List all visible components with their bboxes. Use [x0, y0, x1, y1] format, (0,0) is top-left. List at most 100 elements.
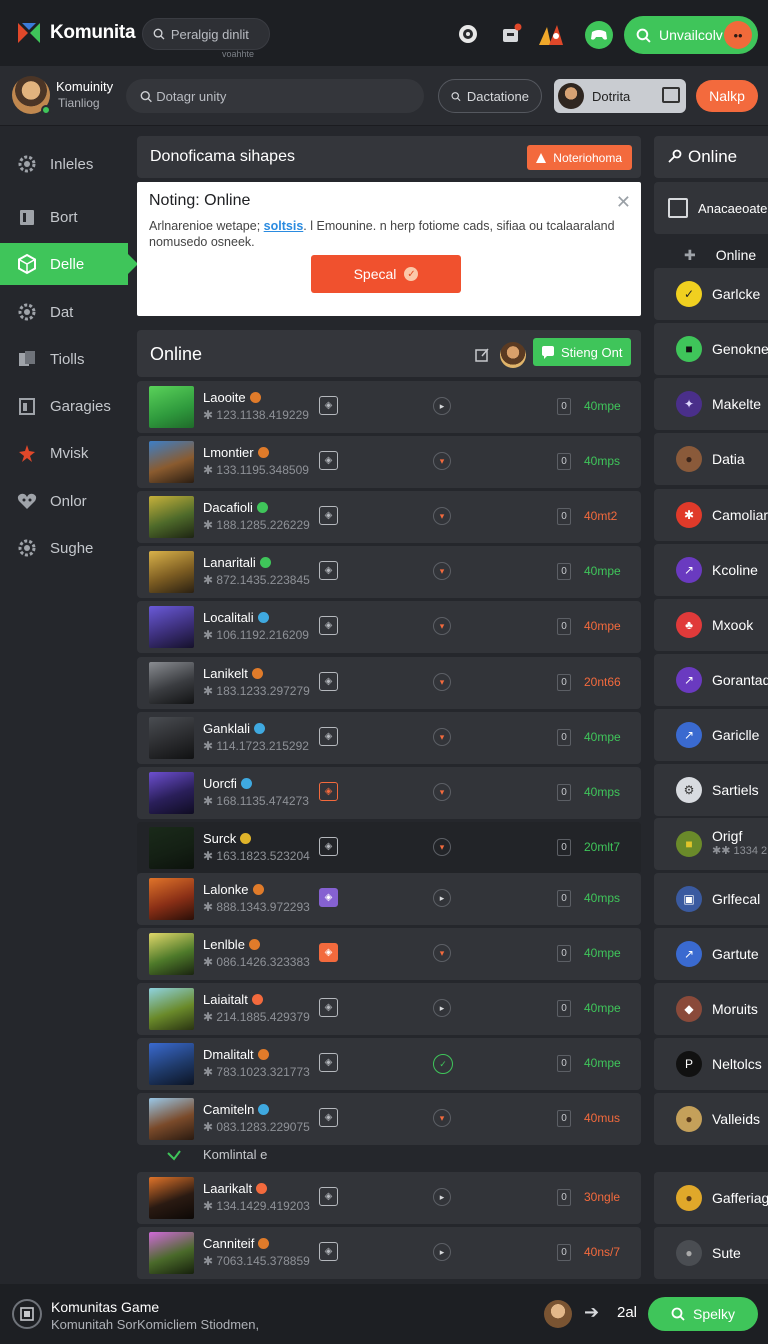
edit-icon[interactable]	[474, 347, 490, 363]
right-list-item[interactable]: ↗ Gorantadi	[654, 654, 768, 706]
status-icon[interactable]: ▾	[433, 728, 451, 746]
right-list-item[interactable]: ▣ Grlfecal	[654, 873, 768, 925]
right-list-item[interactable]: ⚙ Sartiels	[654, 764, 768, 816]
shield-icon[interactable]: ◈	[319, 943, 338, 962]
shield-icon[interactable]: ◈	[319, 1053, 338, 1072]
right-list-item[interactable]: ♣ Mxook	[654, 599, 768, 651]
table-row[interactable]: Camiteln ✱ 083.1283.229075 ◈ ▾ 0 40mus	[137, 1093, 641, 1145]
table-row[interactable]: Lanikelt ✱ 183.1233.297279 ◈ ▾ 0 20nt66	[137, 657, 641, 709]
share-icon[interactable]: ➔	[584, 1302, 599, 1323]
online-filter-chip[interactable]: Stieng Ont	[533, 338, 631, 366]
right-list-item[interactable]: ■ Origf ✱✱ 1334 2	[654, 818, 768, 870]
table-row[interactable]: Laooite ✱ 123.1138.419229 ◈ ▸ 0 40mpe	[137, 381, 641, 433]
brand-logo[interactable]: Komunita	[16, 20, 136, 46]
shield-icon[interactable]: ◈	[319, 1108, 338, 1127]
status-icon[interactable]: ▸	[433, 1243, 451, 1261]
right-list-item[interactable]: ✦ Makelte	[654, 378, 768, 430]
table-row[interactable]: Dacafioli ✱ 188.1285.226229 ◈ ▾ 0 40mt2	[137, 491, 641, 543]
table-row[interactable]: Laiaitalt ✱ 214.1885.429379 ◈ ▸ 0 40mpe	[137, 983, 641, 1035]
status-icon[interactable]: ✓	[433, 1054, 453, 1074]
shield-icon[interactable]: ◈	[319, 782, 338, 801]
right-list-item[interactable]: ✱ Camoliarc	[654, 489, 768, 541]
table-row[interactable]: Localitali ✱ 106.1192.216209 ◈ ▾ 0 40mpe	[137, 601, 641, 653]
inbox-icon[interactable]	[498, 21, 524, 47]
status-icon[interactable]: ▾	[433, 617, 451, 635]
dialog-link[interactable]: soltsis	[264, 219, 304, 233]
shield-icon[interactable]: ◈	[319, 837, 338, 856]
status-icon[interactable]: ▾	[433, 452, 451, 470]
table-row[interactable]: Lanaritali ✱ 872.1435.223845 ◈ ▾ 0 40mpe	[137, 546, 641, 598]
shield-icon[interactable]: ◈	[319, 672, 338, 691]
sidebar-item-delle[interactable]: Delle	[0, 243, 138, 285]
right-list-item[interactable]: ● Gafferiag	[654, 1172, 768, 1224]
status-icon[interactable]: ▾	[433, 838, 451, 856]
timer-icon[interactable]	[455, 21, 481, 47]
status-icon[interactable]: ▾	[433, 783, 451, 801]
sidebar-item-sughe[interactable]: Sughe	[0, 527, 128, 569]
shield-icon[interactable]: ◈	[319, 561, 338, 580]
community-search-input[interactable]	[156, 88, 424, 104]
table-row[interactable]: Laarikalt ✱ 134.1429.419203 ◈ ▸ 0 30ngle	[137, 1172, 641, 1224]
right-list-item[interactable]: ✓ Garlcke	[654, 268, 768, 320]
sidebar-item-tiolls[interactable]: Tiolls	[0, 338, 128, 380]
table-row[interactable]: Ganklali ✱ 114.1723.215292 ◈ ▾ 0 40mpe	[137, 712, 641, 764]
status-icon[interactable]: ▾	[433, 944, 451, 962]
right-list-item[interactable]: ↗ Gariclle	[654, 709, 768, 761]
status-icon[interactable]: ▸	[433, 999, 451, 1017]
gamepad-icon[interactable]	[585, 21, 613, 49]
right-panel-top-item[interactable]: Anacaeoate	[654, 182, 768, 234]
sidebar-item-bort[interactable]: Bort	[0, 196, 128, 238]
top-search-input[interactable]	[170, 26, 269, 42]
right-list-item[interactable]: ● Datia	[654, 433, 768, 485]
status-icon[interactable]: ▸	[433, 889, 451, 907]
status-icon[interactable]: ▾	[433, 673, 451, 691]
sidebar-item-onlor[interactable]: Onlor	[0, 480, 128, 522]
shield-icon[interactable]: ◈	[319, 888, 338, 907]
table-row[interactable]: Lalonke ✱ 888.1343.972293 ◈ ▸ 0 40mps	[137, 873, 641, 925]
table-row[interactable]: Lenlble ✱ 086.1426.323383 ◈ ▾ 0 40mpe	[137, 928, 641, 980]
status-icon[interactable]: ▾	[433, 507, 451, 525]
status-icon[interactable]: ▾	[433, 562, 451, 580]
close-icon[interactable]: ✕	[616, 192, 631, 213]
right-list-item[interactable]: ■ Genoknes	[654, 323, 768, 375]
table-row[interactable]: Uorcfi ✱ 168.1135.474273 ◈ ▾ 0 40mps	[137, 767, 641, 819]
sidebar-item-garagies[interactable]: Garagies	[0, 385, 128, 427]
shield-icon[interactable]: ◈	[319, 1187, 338, 1206]
status-icon[interactable]: ▾	[433, 1109, 451, 1127]
community-search[interactable]	[126, 79, 424, 113]
sidebar-item-mvisk[interactable]: Mvisk	[0, 432, 128, 474]
table-row[interactable]: Lmontier ✱ 133.1195.348509 ◈ ▾ 0 40mps	[137, 436, 641, 488]
shield-icon[interactable]: ◈	[319, 396, 338, 415]
top-search[interactable]	[142, 18, 270, 50]
shield-icon[interactable]: ◈	[319, 451, 338, 470]
shield-icon[interactable]: ◈	[319, 998, 338, 1017]
account-selector[interactable]: Dotrita	[554, 79, 686, 113]
top-cta-button[interactable]: Unvailcolv ••	[624, 16, 758, 54]
table-row[interactable]: Canniteif ✱ 7063.145.378859 ◈ ▸ 0 40ns/7	[137, 1227, 641, 1279]
dialog-special-button[interactable]: Specal ✓	[311, 255, 461, 293]
shield-icon[interactable]: ◈	[319, 506, 338, 525]
status-icon[interactable]: ▸	[433, 1188, 451, 1206]
game-library-icon[interactable]	[12, 1299, 42, 1329]
rocket-icon[interactable]	[534, 21, 572, 47]
sidebar-item-inleles[interactable]: Inleles	[0, 143, 128, 185]
play-button[interactable]: Spelky	[648, 1297, 758, 1331]
user-avatar[interactable]	[12, 76, 51, 115]
notification-tag-button[interactable]: Noteriohoma	[527, 145, 632, 170]
shield-icon[interactable]: ◈	[319, 616, 338, 635]
right-list-item[interactable]: ↗ Gartute	[654, 928, 768, 980]
table-row[interactable]: Dmalitalt ✱ 783.1023.321773 ◈ ✓ 0 40mpe	[137, 1038, 641, 1090]
bottom-avatar[interactable]	[544, 1300, 572, 1328]
shield-icon[interactable]: ◈	[319, 1242, 338, 1261]
status-icon[interactable]: ▸	[433, 397, 451, 415]
right-list-item[interactable]: ◆ Moruits	[654, 983, 768, 1035]
table-row[interactable]: Surck ✱ 163.1823.523204 ◈ ▾ 0 20mlt7	[137, 822, 641, 874]
sidebar-item-dat[interactable]: Dat	[0, 291, 128, 333]
shield-icon[interactable]: ◈	[319, 727, 338, 746]
right-list-item[interactable]: P Neltolcs	[654, 1038, 768, 1090]
user-avatar-small[interactable]	[500, 342, 526, 368]
right-list-item[interactable]: ● Valleids	[654, 1093, 768, 1145]
primary-action-button[interactable]: Nalkp	[696, 80, 758, 112]
right-list-item[interactable]: ● Sute	[654, 1227, 768, 1279]
right-list-item[interactable]: ↗ Kcoline	[654, 544, 768, 596]
